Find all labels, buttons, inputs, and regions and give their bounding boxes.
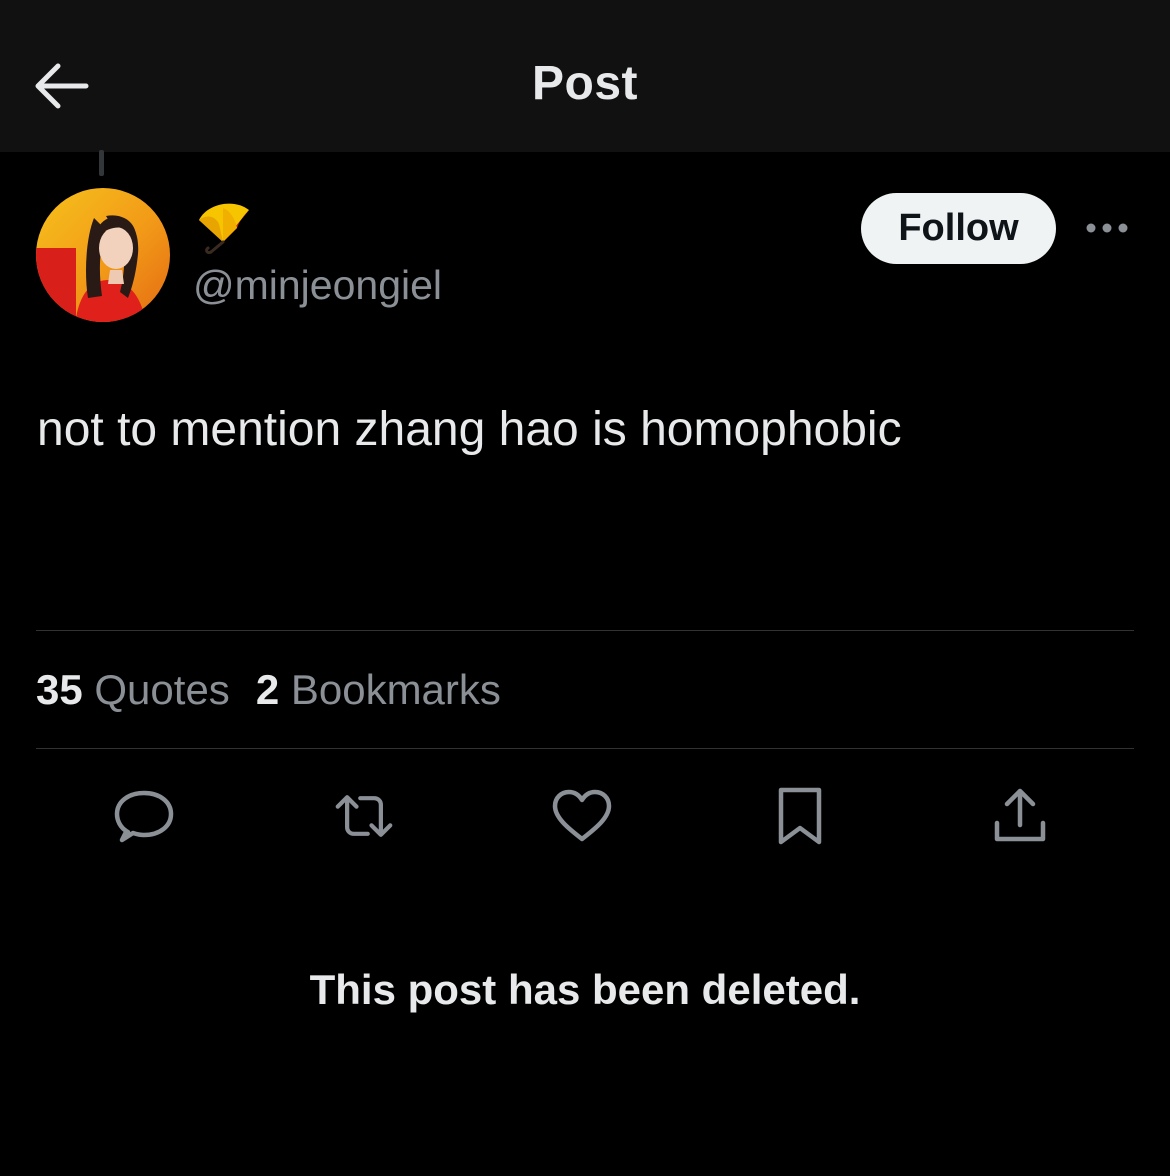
share-button[interactable]	[990, 786, 1050, 846]
like-icon	[552, 789, 612, 842]
thread-connector-line	[99, 150, 104, 176]
quotes-stat[interactable]: 35 Quotes	[36, 666, 230, 713]
avatar[interactable]	[36, 188, 170, 322]
like-button[interactable]	[552, 786, 612, 846]
more-options-button[interactable]	[1082, 214, 1132, 242]
page-title: Post	[531, 57, 638, 110]
reply-button[interactable]	[114, 786, 174, 846]
bookmarks-count: 2	[255, 666, 280, 713]
follow-button[interactable]: Follow	[861, 193, 1056, 264]
repost-icon	[335, 795, 393, 837]
bookmark-button[interactable]	[770, 786, 830, 846]
user-handle[interactable]: @minjeongiel	[193, 262, 442, 309]
bookmark-icon	[778, 787, 822, 845]
display-name[interactable]	[193, 198, 255, 254]
divider	[36, 748, 1134, 749]
umbrella-emoji	[199, 203, 249, 254]
top-bar: Post	[0, 0, 1170, 152]
quotes-label: Quotes	[94, 666, 230, 713]
repost-button[interactable]	[334, 786, 394, 846]
share-icon	[994, 788, 1046, 842]
bookmarks-label: Bookmarks	[290, 666, 501, 713]
divider	[36, 630, 1134, 631]
more-horizontal-icon	[1086, 223, 1128, 233]
quotes-count: 35	[36, 666, 83, 713]
deleted-post-notice: This post has been deleted.	[309, 966, 861, 1013]
post-text: not to mention zhang hao is homophobic	[37, 403, 902, 456]
reply-icon	[114, 790, 174, 843]
post-stats: 35 Quotes 2 Bookmarks	[36, 666, 501, 714]
bookmarks-stat[interactable]: 2 Bookmarks	[256, 666, 501, 713]
